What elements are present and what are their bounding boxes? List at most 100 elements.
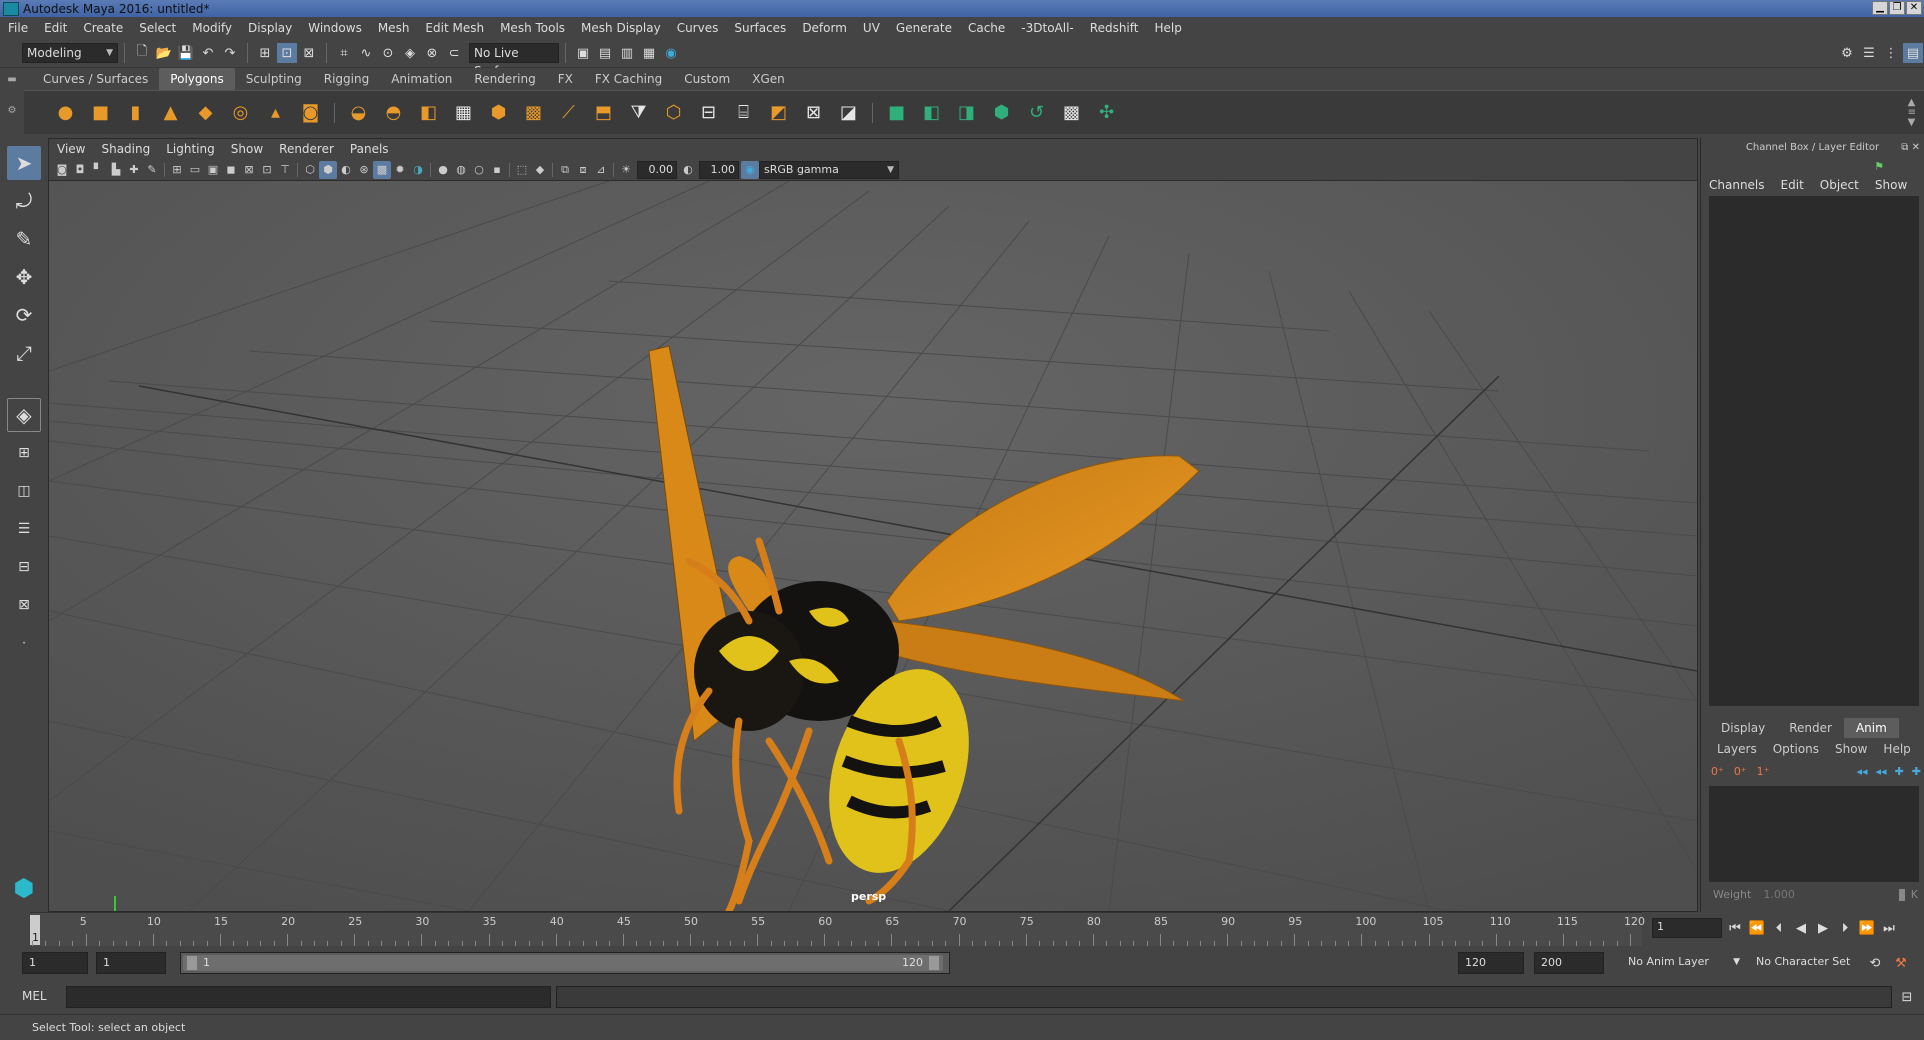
menu-3dtoall[interactable]: -3DtoAll- <box>1013 17 1081 39</box>
xray-joints-icon[interactable]: ⧉ <box>556 161 574 179</box>
full-weight-layer-icon[interactable]: 1⁺ <box>1757 765 1770 778</box>
menu-edit[interactable]: Edit <box>36 17 75 39</box>
new-layer-selected-icon[interactable]: ✚ <box>1912 765 1921 778</box>
shelf-tab-rigging[interactable]: Rigging <box>313 68 380 90</box>
grid-icon[interactable]: ⊞ <box>168 161 186 179</box>
zero-key-layer-icon[interactable]: 0⁺ <box>1711 765 1724 778</box>
menu-uv[interactable]: UV <box>855 17 888 39</box>
workspace-dropdown[interactable]: Modeling ▼ <box>22 43 118 63</box>
uv-layout-icon[interactable]: ✣ <box>1091 97 1122 128</box>
merge-icon[interactable]: ◪ <box>833 97 864 128</box>
step-forward-frame-icon[interactable]: ⏵ <box>1834 918 1856 938</box>
bookmark-icon[interactable]: ▘ <box>89 161 107 179</box>
step-back-frame-icon[interactable]: ⏴ <box>1768 918 1790 938</box>
render-view-icon[interactable]: ▣ <box>573 43 593 63</box>
range-start-handle[interactable] <box>187 956 197 970</box>
booleans-icon[interactable]: ⬢ <box>483 97 514 128</box>
range-bar[interactable]: 1 120 <box>180 952 950 974</box>
hypershade-layout-icon[interactable]: ⊠ <box>7 588 41 622</box>
graph-editor-layout-icon[interactable]: ⊟ <box>7 550 41 584</box>
channel-list[interactable] <box>1709 196 1919 706</box>
poly-pipe-icon[interactable]: ◙ <box>295 97 326 128</box>
multi-cut-icon[interactable]: ⊟ <box>693 97 724 128</box>
snap-grid-icon[interactable]: ⌗ <box>334 43 354 63</box>
restore-button[interactable]: ❐ <box>1889 1 1905 15</box>
menu-select[interactable]: Select <box>131 17 184 39</box>
menu-cache[interactable]: Cache <box>960 17 1013 39</box>
anti-aliasing-icon[interactable]: ○ <box>470 161 488 179</box>
live-surface-field[interactable]: No Live Surface <box>469 43 559 78</box>
close-button[interactable]: ✕ <box>1906 1 1922 15</box>
default-material-icon[interactable]: ◐ <box>337 161 355 179</box>
character-set-dropdown[interactable]: No Character Set <box>1750 952 1870 974</box>
toggle-attribute-editor-icon[interactable]: ☰ <box>1859 43 1879 63</box>
magnet-icon[interactable]: ⊂ <box>444 43 464 63</box>
insert-edge-loop-icon[interactable]: ⌸ <box>728 97 759 128</box>
shelf-tab-menu-icon[interactable]: ▬ <box>0 74 24 85</box>
exposure-icon[interactable]: ☀ <box>617 161 635 179</box>
safe-action-icon[interactable]: ⊡ <box>258 161 276 179</box>
new-layer-icon[interactable]: ✚ <box>1895 765 1904 778</box>
command-input[interactable] <box>66 986 551 1008</box>
object-menu[interactable]: Object <box>1812 174 1867 196</box>
poly-sphere-icon[interactable]: ● <box>50 97 81 128</box>
wireframe-on-shaded-icon[interactable]: ⊛ <box>355 161 373 179</box>
options-menu[interactable]: Options <box>1765 740 1827 758</box>
two-panes-layout-icon[interactable]: ◫ <box>7 474 41 508</box>
menu-edit-mesh[interactable]: Edit Mesh <box>417 17 492 39</box>
shelf-gear-icon[interactable]: ⚙ <box>0 105 24 116</box>
menu-mesh-tools[interactable]: Mesh Tools <box>492 17 573 39</box>
combine-icon[interactable]: ◒ <box>343 97 374 128</box>
open-scene-icon[interactable]: 📂 <box>154 43 174 63</box>
uv-automatic-icon[interactable]: ⬢ <box>986 97 1017 128</box>
poly-cube-icon[interactable]: ■ <box>85 97 116 128</box>
select-tool-icon[interactable]: ➤ <box>7 146 41 180</box>
color-space-dropdown[interactable]: sRGB gamma ▼ <box>759 160 899 179</box>
redo-icon[interactable]: ↷ <box>220 43 240 63</box>
range-end-handle[interactable] <box>929 956 939 970</box>
smooth-shade-icon[interactable]: ⬢ <box>319 160 337 179</box>
exposure-field[interactable]: 0.00 <box>637 160 677 179</box>
render-frame-icon[interactable]: ▤ <box>595 43 615 63</box>
shelf-scroll-icon[interactable]: ▲ ≡ ▼ <box>1908 97 1916 128</box>
panel-menu-view[interactable]: View <box>49 139 93 159</box>
menu-surfaces[interactable]: Surfaces <box>726 17 794 39</box>
snap-point-icon[interactable]: ⊙ <box>378 43 398 63</box>
shadows-icon[interactable]: ◑ <box>409 161 427 179</box>
play-backward-icon[interactable]: ◀ <box>1790 918 1812 938</box>
range-bar-handle[interactable]: 1 120 <box>183 955 943 971</box>
timeline-track[interactable]: 1 5 10 15 20 25 30 35 40 45 50 55 60 65 70 75 80 85 90 95 1… <box>30 912 1645 946</box>
go-to-end-icon[interactable]: ⏭ <box>1878 918 1900 938</box>
select-object-icon[interactable]: ⊡ <box>277 43 297 63</box>
menu-deform[interactable]: Deform <box>794 17 855 39</box>
menu-help[interactable]: Help <box>1146 17 1189 39</box>
ipr-render-icon[interactable]: ▥ <box>617 43 637 63</box>
toggle-modeling-toolkit-icon[interactable]: ⚙ <box>1837 43 1857 63</box>
panel-menu-panels[interactable]: Panels <box>342 139 397 159</box>
camera-attributes-icon[interactable]: ◘ <box>71 161 89 179</box>
zero-weight-layer-icon[interactable]: 0⁺ <box>1734 765 1747 778</box>
edit-menu[interactable]: Edit <box>1773 174 1812 196</box>
float-close-icon[interactable]: ⧉ ✕ <box>1901 138 1920 158</box>
uv-cylindrical-icon[interactable]: ◧ <box>916 97 947 128</box>
screen-space-ao-icon[interactable]: ● <box>434 161 452 179</box>
menu-curves[interactable]: Curves <box>669 17 727 39</box>
layer-tab-display[interactable]: Display <box>1709 718 1777 738</box>
layers-menu[interactable]: Layers <box>1709 740 1765 758</box>
offset-edge-loop-icon[interactable]: ◩ <box>763 97 794 128</box>
color-management-icon[interactable]: ◉ <box>741 160 759 179</box>
menu-mesh[interactable]: Mesh <box>370 17 418 39</box>
extract-icon[interactable]: ◧ <box>413 97 444 128</box>
layer-tab-render[interactable]: Render <box>1777 718 1844 738</box>
isolate-select-icon[interactable]: ⬚ <box>513 161 531 179</box>
weight-value[interactable]: 1.000 <box>1763 888 1795 901</box>
step-forward-key-icon[interactable]: ⏩ <box>1856 918 1878 938</box>
menu-generate[interactable]: Generate <box>888 17 960 39</box>
lasso-tool-icon[interactable]: ⤾ <box>7 184 41 218</box>
bridge-icon[interactable]: ⟋ <box>553 97 584 128</box>
camera-select-icon[interactable]: ◙ <box>53 161 71 179</box>
layer-tab-anim[interactable]: Anim <box>1843 718 1899 738</box>
shelf-tab-curves-surfaces[interactable]: Curves / Surfaces <box>32 68 159 90</box>
depth-of-field-icon[interactable]: ▪ <box>488 161 506 179</box>
motion-blur-icon[interactable]: ◍ <box>452 161 470 179</box>
